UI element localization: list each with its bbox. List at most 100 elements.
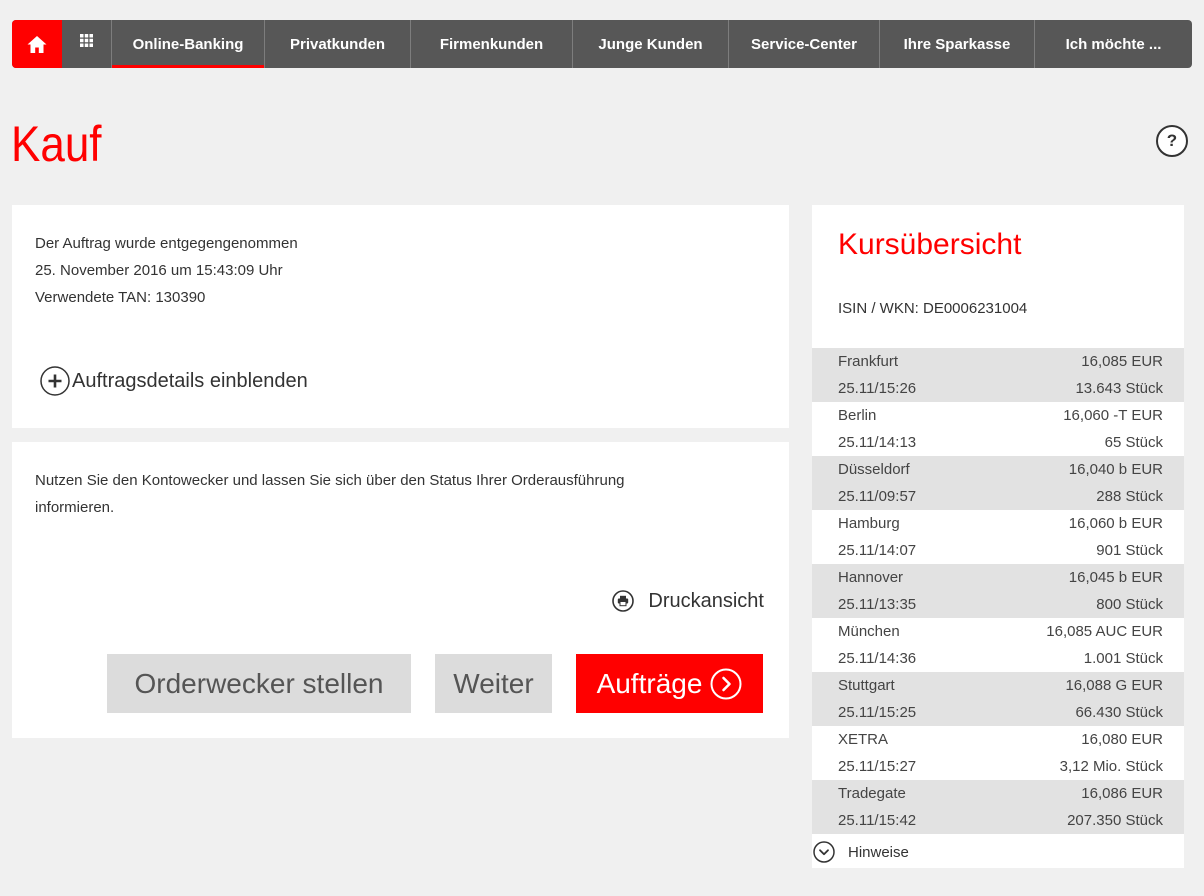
quote-line: Tradegate 16,086 EUR xyxy=(812,780,1184,807)
orders-button[interactable]: Aufträge xyxy=(576,654,763,713)
quote-line: 25.11/09:57 288 Stück xyxy=(812,483,1184,510)
quote-volume: 65 Stück xyxy=(1104,434,1163,451)
main-navigation: Online-Banking Privatkunden Firmenkunden… xyxy=(12,20,1192,68)
quote-row: Frankfurt 16,085 EUR 25.11/15:26 13.643 … xyxy=(812,348,1184,402)
print-view-label: Druckansicht xyxy=(648,589,764,612)
printer-icon xyxy=(612,590,635,612)
plus-circle-icon xyxy=(40,366,70,396)
alert-info-text: Nutzen Sie den Kontowecker und lassen Si… xyxy=(35,472,625,489)
page-title: Kauf xyxy=(11,116,102,172)
quote-price: 16,085 AUC EUR xyxy=(1046,623,1163,640)
quote-volume: 3,12 Mio. Stück xyxy=(1059,758,1163,775)
quote-time: 25.11/15:42 xyxy=(838,812,917,829)
quote-volume: 288 Stück xyxy=(1096,488,1163,505)
quote-time: 25.11/14:13 xyxy=(838,434,917,451)
quote-line: München 16,085 AUC EUR xyxy=(812,618,1184,645)
hints-toggle[interactable]: Hinweise xyxy=(813,840,909,864)
quote-line: Hamburg 16,060 b EUR xyxy=(812,510,1184,537)
quote-line: 25.11/13:35 800 Stück xyxy=(812,591,1184,618)
isin-wkn: ISIN / WKN: DE0006231004 xyxy=(838,300,1028,317)
help-icon[interactable]: ? xyxy=(1156,125,1188,157)
exchange-name: Berlin xyxy=(838,407,877,424)
quote-line: Berlin 16,060 -T EUR xyxy=(812,402,1184,429)
nav-item-junge-kunden[interactable]: Junge Kunden xyxy=(572,20,728,68)
quote-line: 25.11/14:07 901 Stück xyxy=(812,537,1184,564)
quote-time: 25.11/09:57 xyxy=(838,488,917,505)
quote-row: Hannover 16,045 b EUR 25.11/13:35 800 St… xyxy=(812,564,1184,618)
nav-item-ihre-sparkasse[interactable]: Ihre Sparkasse xyxy=(879,20,1034,68)
exchange-quotes-table: Frankfurt 16,085 EUR 25.11/15:26 13.643 … xyxy=(812,348,1184,834)
quote-row: Tradegate 16,086 EUR 25.11/15:42 207.350… xyxy=(812,780,1184,834)
quote-row: Stuttgart 16,088 G EUR 25.11/15:25 66.43… xyxy=(812,672,1184,726)
nav-item-firmenkunden[interactable]: Firmenkunden xyxy=(410,20,572,68)
print-view-link[interactable]: Druckansicht xyxy=(612,587,764,615)
set-order-alert-button[interactable]: Orderwecker stellen xyxy=(107,654,411,713)
quote-price: 16,045 b EUR xyxy=(1068,569,1163,586)
alert-info-text: informieren. xyxy=(35,499,115,516)
exchange-name: Frankfurt xyxy=(838,353,899,370)
home-button[interactable] xyxy=(12,20,62,68)
quote-line: Frankfurt 16,085 EUR xyxy=(812,348,1184,375)
quote-volume: 66.430 Stück xyxy=(1075,704,1163,721)
quote-price: 16,085 EUR xyxy=(1081,353,1163,370)
grid-icon xyxy=(80,33,93,47)
confirmation-message: Der Auftrag wurde entgegengenommen xyxy=(35,235,298,252)
quote-row: Berlin 16,060 -T EUR 25.11/14:13 65 Stüc… xyxy=(812,402,1184,456)
quote-time: 25.11/14:36 xyxy=(838,650,917,667)
exchange-name: Tradegate xyxy=(838,785,906,802)
quote-line: 25.11/15:27 3,12 Mio. Stück xyxy=(812,753,1184,780)
quote-volume: 1.001 Stück xyxy=(1083,650,1163,667)
exchange-name: Hamburg xyxy=(838,515,900,532)
quote-row: XETRA 16,080 EUR 25.11/15:27 3,12 Mio. S… xyxy=(812,726,1184,780)
action-buttons: Orderwecker stellen Weiter Aufträge xyxy=(107,654,763,713)
quote-row: Düsseldorf 16,040 b EUR 25.11/09:57 288 … xyxy=(812,456,1184,510)
price-overview-title: Kursübersicht xyxy=(838,228,1022,261)
quote-time: 25.11/15:27 xyxy=(838,758,917,775)
quote-volume: 800 Stück xyxy=(1096,596,1163,613)
quote-time: 25.11/14:07 xyxy=(838,542,917,559)
quote-time: 25.11/13:35 xyxy=(838,596,917,613)
continue-button[interactable]: Weiter xyxy=(435,654,552,713)
apps-menu-button[interactable] xyxy=(62,20,111,68)
quote-price: 16,086 EUR xyxy=(1081,785,1163,802)
confirmation-tan: Verwendete TAN: 130390 xyxy=(35,289,206,306)
exchange-name: Stuttgart xyxy=(838,677,895,694)
quote-line: XETRA 16,080 EUR xyxy=(812,726,1184,753)
exchange-name: XETRA xyxy=(838,731,889,748)
order-alert-panel: Nutzen Sie den Kontowecker und lassen Si… xyxy=(12,442,789,738)
quote-line: 25.11/15:42 207.350 Stück xyxy=(812,807,1184,834)
quote-price: 16,080 EUR xyxy=(1081,731,1163,748)
confirmation-timestamp: 25. November 2016 um 15:43:09 Uhr xyxy=(35,262,283,279)
quote-price: 16,060 -T EUR xyxy=(1063,407,1163,424)
quote-line: 25.11/15:25 66.430 Stück xyxy=(812,699,1184,726)
quote-price: 16,040 b EUR xyxy=(1068,461,1163,478)
nav-item-privatkunden[interactable]: Privatkunden xyxy=(264,20,410,68)
hints-label: Hinweise xyxy=(848,843,909,861)
quote-volume: 901 Stück xyxy=(1096,542,1163,559)
exchange-name: München xyxy=(838,623,900,640)
price-overview-panel: Kursübersicht ISIN / WKN: DE0006231004 F… xyxy=(812,205,1184,868)
quote-line: Düsseldorf 16,040 b EUR xyxy=(812,456,1184,483)
quote-price: 16,088 G EUR xyxy=(1065,677,1163,694)
quote-row: Hamburg 16,060 b EUR 25.11/14:07 901 Stü… xyxy=(812,510,1184,564)
quote-time: 25.11/15:25 xyxy=(838,704,917,721)
quote-volume: 13.643 Stück xyxy=(1075,380,1163,397)
show-order-details-toggle[interactable]: Auftragsdetails einblenden xyxy=(40,366,308,396)
exchange-name: Hannover xyxy=(838,569,904,586)
home-icon xyxy=(27,35,47,53)
quote-line: 25.11/14:13 65 Stück xyxy=(812,429,1184,456)
quote-line: Stuttgart 16,088 G EUR xyxy=(812,672,1184,699)
quote-line: 25.11/14:36 1.001 Stück xyxy=(812,645,1184,672)
orders-button-label: Aufträge xyxy=(596,667,703,699)
order-confirmation-panel: Der Auftrag wurde entgegengenommen 25. N… xyxy=(12,205,789,428)
chevron-right-circle-icon xyxy=(710,668,742,699)
quote-time: 25.11/15:26 xyxy=(838,380,917,397)
quote-price: 16,060 b EUR xyxy=(1068,515,1163,532)
quote-volume: 207.350 Stück xyxy=(1067,812,1163,829)
nav-item-ich-moechte[interactable]: Ich möchte ... xyxy=(1034,20,1192,68)
nav-item-service-center[interactable]: Service-Center xyxy=(728,20,879,68)
nav-item-online-banking[interactable]: Online-Banking xyxy=(111,20,264,68)
quote-row: München 16,085 AUC EUR 25.11/14:36 1.001… xyxy=(812,618,1184,672)
quote-line: 25.11/15:26 13.643 Stück xyxy=(812,375,1184,402)
chevron-down-circle-icon xyxy=(813,841,835,863)
